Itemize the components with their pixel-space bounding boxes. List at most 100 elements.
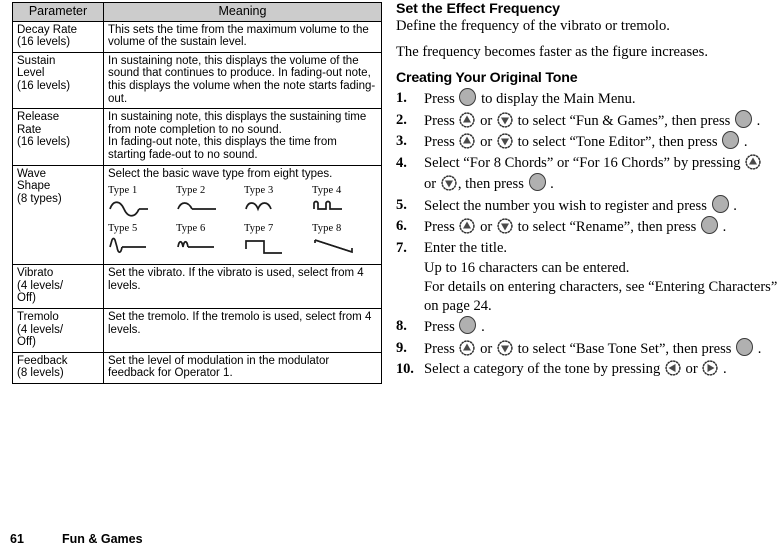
center-key-icon	[736, 337, 754, 356]
step-text: Select a category of the tone by pressin…	[424, 360, 727, 377]
table-row: Sustain Level (16 levels) In sustaining not…	[12, 51, 382, 110]
wave-sine-icon	[108, 197, 176, 219]
up-key-icon	[458, 339, 476, 356]
procedure-step: 6. Press or to select “Rename”, then pres…	[396, 216, 778, 238]
step-number: 4.	[396, 154, 407, 171]
parameter-meaning-cell: Select the basic wave type from eight ty…	[103, 164, 382, 266]
wave-type-item: Type 6	[176, 223, 244, 257]
wave-half-sine-flat-icon	[108, 235, 176, 257]
step-number: 6.	[396, 218, 407, 234]
right-key-icon	[701, 360, 719, 376]
procedure-step: 8. Press .	[396, 316, 778, 338]
down-key-icon	[496, 133, 514, 149]
step-number: 10.	[396, 361, 414, 377]
step-text: Enter the title.	[424, 239, 508, 256]
wave-type-label: Type 5	[108, 223, 138, 235]
center-key-icon	[459, 88, 477, 106]
step-number: 1.	[396, 90, 407, 106]
procedure-step: 5. Select the number you wish to register…	[396, 194, 778, 217]
procedure-steps-list: 1. Press to display the Main Menu. 2. Press…	[396, 88, 778, 380]
down-key-icon	[440, 175, 458, 191]
up-key-icon	[458, 111, 476, 128]
footer-section-name: Fun & Games	[62, 532, 143, 546]
down-key-icon	[496, 218, 514, 234]
step-text: Press to display the Main Menu.	[424, 88, 636, 107]
parameter-meaning-cell: In sustaining note, this displays the su…	[103, 108, 382, 166]
wave-pulse-sine-icon	[312, 197, 380, 219]
wave-type-item: Type 8	[312, 223, 380, 257]
wave-type-label: Type 1	[108, 185, 138, 197]
table-row: Tremolo (4 levels/Off) Set the tremolo. If…	[12, 307, 382, 353]
step-text: Press or to select “Base Tone Set”, then…	[424, 337, 761, 357]
parameter-meaning-cell: In sustaining note, this displays the vo…	[103, 51, 382, 110]
wave-type-item: Type 3	[244, 185, 312, 219]
wave-type-label: Type 8	[312, 223, 342, 235]
wave-type-item: Type 7	[244, 223, 312, 257]
procedure-step: 9. Press or to select “Base Tone Set”, th…	[396, 337, 778, 360]
center-key-icon	[459, 316, 477, 334]
wave-type-item: Type 4	[312, 185, 380, 219]
column-header-parameter: Parameter	[12, 2, 104, 22]
wave-saw-down-icon	[312, 235, 380, 257]
down-key-icon	[496, 339, 514, 356]
parameter-table: Parameter Meaning Decay Rate (16 levels) T…	[12, 2, 382, 384]
parameter-name-cell: Vibrato (4 levels/Off)	[12, 264, 104, 309]
wave-half-sine-icon	[176, 197, 244, 219]
parameter-name-cell: Tremolo (4 levels/Off)	[12, 307, 104, 353]
table-row: Vibrato (4 levels/Off) Set the vibrato. If…	[12, 264, 382, 309]
wave-type-item: Type 5	[108, 223, 176, 257]
step-text: Press or to select “Tone Editor”, then p…	[424, 131, 748, 150]
wave-type-label: Type 2	[176, 185, 206, 197]
right-column: Set the Effect Frequency Define the freq…	[396, 0, 778, 380]
paragraph-frequency-faster: The frequency becomes faster as the figu…	[396, 43, 708, 60]
procedure-step: 10. Select a category of the tone by pres…	[396, 359, 778, 380]
procedure-step: 4. Select “For 8 Chords” or “For 16 Chord…	[396, 153, 778, 195]
wave-square-icon	[244, 235, 312, 257]
footer-page-number: 61	[10, 532, 24, 546]
procedure-step: 2. Press or to select “Fun & Games”, then…	[396, 109, 778, 132]
wave-abs-sine-icon	[244, 197, 312, 219]
step-text: Press or to select “Fun & Games”, then p…	[424, 109, 760, 129]
step-text: Press .	[424, 316, 485, 335]
parameter-name-cell: Feedback (8 levels)	[12, 351, 104, 384]
section-heading-effect-frequency: Set the Effect Frequency	[396, 1, 560, 17]
step-number: 3.	[396, 133, 407, 149]
page-footer: 61 Fun & Games	[10, 532, 143, 546]
parameter-meaning-cell: Set the tremolo. If the tremolo is used,…	[103, 307, 382, 353]
center-key-icon	[722, 131, 740, 149]
table-row: Decay Rate (16 levels) This sets the time …	[12, 20, 382, 53]
column-header-meaning: Meaning	[103, 2, 382, 22]
table-row: Feedback (8 levels) Set the level of modul…	[12, 351, 382, 384]
wave-type-grid: Type 1 Type 2 Type 3 Type 4 Type 5 Type 6 Type…	[108, 185, 380, 257]
wave-type-label: Type 3	[244, 185, 274, 197]
procedure-step: 3. Press or to select “Tone Editor”, then…	[396, 131, 778, 153]
step-number: 9.	[396, 339, 407, 356]
parameter-meaning-cell: This sets the time from the maximum volu…	[103, 20, 382, 53]
parameter-table-container: Parameter Meaning Decay Rate (16 levels) T…	[12, 2, 382, 384]
wave-type-row: Type 1 Type 2 Type 3 Type 4	[108, 185, 380, 219]
parameter-name-cell: Decay Rate (16 levels)	[12, 20, 104, 53]
wave-type-label: Type 7	[244, 223, 274, 235]
down-key-icon	[496, 111, 514, 128]
parameter-meaning-cell: Set the level of modulation in the modul…	[103, 351, 382, 384]
center-key-icon	[735, 109, 753, 128]
left-key-icon	[664, 360, 682, 376]
manual-page: Parameter Meaning Decay Rate (16 levels) T…	[0, 0, 780, 548]
step-number: 7.	[396, 239, 407, 256]
step-note: Up to 16 characters can be entered. For d…	[424, 260, 778, 314]
parameter-meaning-cell: Set the vibrato. If the vibrato is used,…	[103, 264, 382, 309]
table-row: Wave Shape (8 types) Select the basic wave …	[12, 164, 382, 266]
step-number: 5.	[396, 196, 407, 213]
wave-type-label: Type 4	[312, 185, 342, 197]
wave-type-item: Type 2	[176, 185, 244, 219]
center-key-icon	[528, 173, 546, 191]
center-key-icon	[700, 216, 718, 234]
section-heading-creating-tone: Creating Your Original Tone	[396, 70, 578, 86]
table-header-row: Parameter Meaning	[12, 2, 382, 22]
table-row: Release Rate (16 levels) In sustaining note…	[12, 108, 382, 166]
step-number: 8.	[396, 318, 407, 334]
wave-double-bump-icon	[176, 235, 244, 257]
parameter-name-cell: Sustain Level (16 levels)	[12, 51, 104, 110]
wave-type-item: Type 1	[108, 185, 176, 219]
paragraph-define-frequency: Define the frequency of the vibrato or t…	[396, 18, 670, 34]
